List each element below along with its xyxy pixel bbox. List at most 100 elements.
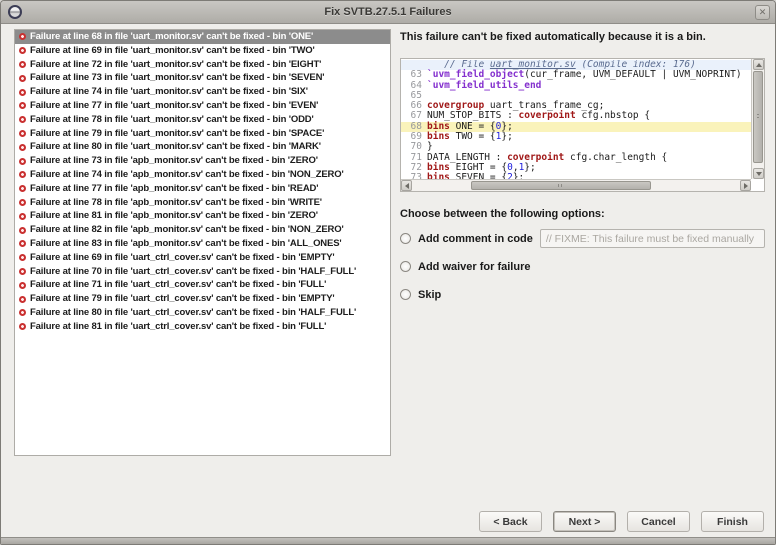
failure-text: Failure at line 77 in file 'uart_monitor… [30,99,319,111]
failure-text: Failure at line 81 in file 'uart_ctrl_co… [30,320,327,332]
horizontal-scroll-thumb[interactable] [471,181,651,190]
error-dot-icon [19,185,26,193]
failure-row[interactable]: Failure at line 78 in file 'apb_monitor.… [15,196,390,210]
error-dot-icon [19,323,26,331]
add-waiver-radio[interactable] [400,261,411,272]
error-dot-icon [19,281,26,289]
scroll-down-arrow-icon[interactable] [753,168,764,179]
app-icon [8,5,22,19]
code-lines: // File uart_monitor.sv (Compile index: … [401,60,751,179]
skip-radio[interactable] [400,289,411,300]
error-dot-icon [19,88,26,96]
failure-row[interactable]: Failure at line 72 in file 'uart_monitor… [15,58,390,72]
error-dot-icon [19,267,26,275]
vertical-scrollbar[interactable] [751,59,764,179]
failure-row[interactable]: Failure at line 69 in file 'uart_ctrl_co… [15,251,390,265]
failure-row[interactable]: Failure at line 80 in file 'uart_ctrl_co… [15,306,390,320]
fixme-comment-input[interactable] [539,229,765,248]
failure-text: Failure at line 68 in file 'uart_monitor… [30,31,314,42]
failure-row[interactable]: Failure at line 82 in file 'apb_monitor.… [15,223,390,237]
wizard-button-bar: < Back Next > Cancel Finish [468,511,764,532]
option-skip: Skip [400,285,765,304]
failure-row[interactable]: Failure at line 70 in file 'uart_ctrl_co… [15,265,390,279]
code-segment: }; [512,172,525,179]
error-dot-icon [19,129,26,137]
finish-button[interactable]: Finish [701,511,764,532]
window-title: Fix SVTB.27.5.1 Failures [324,6,452,18]
option-add-comment: Add comment in code [400,229,765,248]
code-segment: `uvm_field_utils_end [427,79,542,91]
failure-row[interactable]: Failure at line 78 in file 'uart_monitor… [15,113,390,127]
fix-failures-dialog: Fix SVTB.27.5.1 Failures ✕ Failure at li… [0,0,776,545]
failure-row[interactable]: Failure at line 68 in file 'uart_monitor… [15,30,390,44]
add-waiver-label: Add waiver for failure [418,260,531,273]
error-dot-icon [19,240,26,248]
failure-list[interactable]: Failure at line 68 in file 'uart_monitor… [14,29,391,456]
failure-row[interactable]: Failure at line 81 in file 'uart_ctrl_co… [15,320,390,334]
failure-row[interactable]: Failure at line 73 in file 'uart_monitor… [15,71,390,85]
code-segment: coverpoint [518,110,576,122]
failure-text: Failure at line 82 in file 'apb_monitor.… [30,224,344,236]
code-segment: cfg.char_length { [564,151,668,163]
error-dot-icon [19,295,26,303]
error-dot-icon [19,309,26,317]
code-preview[interactable]: // File uart_monitor.sv (Compile index: … [400,58,765,192]
error-dot-icon [19,102,26,110]
failure-row[interactable]: Failure at line 71 in file 'uart_ctrl_co… [15,278,390,292]
error-dot-icon [19,74,26,82]
error-dot-icon [19,47,26,55]
error-dot-icon [19,143,26,151]
vertical-scroll-thumb[interactable] [753,71,763,163]
failure-row[interactable]: Failure at line 77 in file 'apb_monitor.… [15,182,390,196]
next-button[interactable]: Next > [553,511,616,532]
code-segment: }; [524,161,536,173]
scroll-up-arrow-icon[interactable] [753,59,764,70]
failure-row[interactable]: Failure at line 74 in file 'apb_monitor.… [15,168,390,182]
back-button[interactable]: < Back [479,511,542,532]
horizontal-scrollbar[interactable] [401,179,751,191]
failure-row[interactable]: Failure at line 73 in file 'apb_monitor.… [15,154,390,168]
failure-text: Failure at line 73 in file 'apb_monitor.… [30,155,318,167]
failure-text: Failure at line 80 in file 'uart_ctrl_co… [30,306,357,318]
failure-row[interactable]: Failure at line 74 in file 'uart_monitor… [15,85,390,99]
error-dot-icon [19,33,26,41]
options-section: Choose between the following options: Ad… [400,208,765,304]
add-comment-label: Add comment in code [418,232,533,245]
code-segment: cfg.nbstop { [575,110,651,122]
failure-text: Failure at line 79 in file 'uart_monitor… [30,127,325,139]
failure-text: Failure at line 70 in file 'uart_ctrl_co… [30,265,357,277]
failure-message: This failure can't be fixed automaticall… [400,31,706,43]
failure-row[interactable]: Failure at line 83 in file 'apb_monitor.… [15,237,390,251]
add-comment-radio[interactable] [400,233,411,244]
code-line: 69 bins TWO = {1}; [401,131,751,143]
scroll-left-arrow-icon[interactable] [401,180,412,191]
failure-text: Failure at line 81 in file 'apb_monitor.… [30,210,318,222]
dialog-body: Failure at line 68 in file 'uart_monitor… [1,25,775,537]
failure-row[interactable]: Failure at line 79 in file 'uart_ctrl_co… [15,292,390,306]
failure-row[interactable]: Failure at line 69 in file 'uart_monitor… [15,44,390,58]
skip-label: Skip [418,288,442,301]
code-segment: TWO = { [449,131,496,143]
scroll-right-arrow-icon[interactable] [740,180,751,191]
code-line: 64 `uvm_field_utils_end [401,79,751,91]
failure-row[interactable]: Failure at line 81 in file 'apb_monitor.… [15,209,390,223]
failure-text: Failure at line 78 in file 'uart_monitor… [30,113,314,125]
failure-row[interactable]: Failure at line 80 in file 'uart_monitor… [15,140,390,154]
failure-text: Failure at line 77 in file 'apb_monitor.… [30,182,319,194]
failure-text: Failure at line 69 in file 'uart_ctrl_co… [30,251,335,263]
close-icon[interactable]: ✕ [755,5,770,20]
error-dot-icon [19,157,26,165]
code-segment: SEVEN = { [449,172,508,179]
failure-row[interactable]: Failure at line 77 in file 'uart_monitor… [15,99,390,113]
error-dot-icon [19,171,26,179]
failure-text: Failure at line 80 in file 'uart_monitor… [30,141,321,153]
code-segment: bins [427,172,450,179]
failure-text: Failure at line 73 in file 'uart_monitor… [30,72,325,84]
title-bar[interactable]: Fix SVTB.27.5.1 Failures ✕ [1,1,775,24]
window-bottom-edge [1,537,775,544]
cancel-button[interactable]: Cancel [627,511,690,532]
options-prompt: Choose between the following options: [400,208,605,220]
error-dot-icon [19,226,26,234]
failure-row[interactable]: Failure at line 79 in file 'uart_monitor… [15,127,390,141]
error-dot-icon [19,116,26,124]
